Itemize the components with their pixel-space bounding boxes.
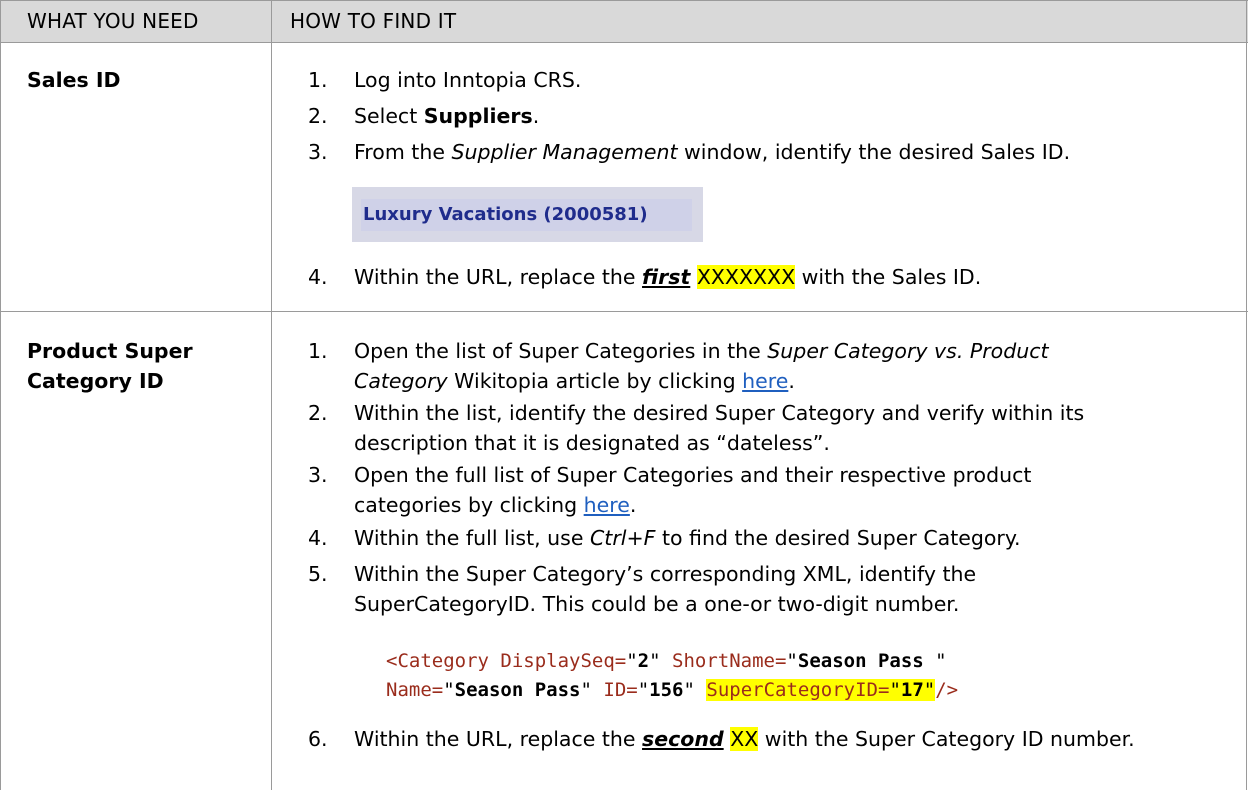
step-text: Open the list of Super Categories in the… (354, 339, 1049, 393)
column-divider (271, 0, 272, 790)
supplier-name-label: Luxury Vacations (2000581) (361, 199, 692, 231)
highlight-placeholder: XX (730, 727, 759, 751)
header-divider (0, 42, 1248, 43)
row-label-product-super-category-id: Product Super Category ID (27, 339, 193, 393)
step-text: Within the URL, replace the second XX wi… (354, 727, 1135, 751)
step-number: 3. (308, 140, 328, 164)
step-number: 2. (308, 104, 328, 128)
step-text: Open the full list of Super Categories a… (354, 463, 1032, 517)
wikitopia-link[interactable]: here (742, 369, 788, 393)
step-text: Within the list, identify the desired Su… (354, 401, 1085, 455)
row-divider (0, 311, 1248, 312)
xml-snippet-line-1: <Category DisplaySeq="2" ShortName="Seas… (386, 650, 947, 672)
step-text: Log into Inntopia CRS. (354, 68, 582, 92)
step-number: 1. (308, 68, 328, 92)
highlight-supercategoryid: SuperCategoryID="17" (706, 679, 936, 701)
table-border-left (0, 0, 1, 790)
step-text: Select Suppliers. (354, 104, 540, 128)
step-number: 4. (308, 526, 328, 550)
table-border-top (0, 0, 1248, 1)
step-number: 3. (308, 463, 328, 487)
step-number: 1. (308, 339, 328, 363)
step-text: Within the full list, use Ctrl+F to find… (354, 526, 1021, 550)
highlight-placeholder: XXXXXXX (696, 265, 796, 289)
full-list-link[interactable]: here (584, 493, 630, 517)
instructions-table: WHAT YOU NEED HOW TO FIND IT Sales ID 1.… (0, 0, 1248, 790)
step-text: Within the URL, replace the first XXXXXX… (354, 265, 982, 289)
step-number: 2. (308, 401, 328, 425)
step-number: 6. (308, 727, 328, 751)
header-how-to-find-it: HOW TO FIND IT (290, 9, 457, 33)
table-border-right (1246, 0, 1247, 790)
step-number: 5. (308, 562, 328, 586)
step-text: From the Supplier Management window, ide… (354, 140, 1071, 164)
step-number: 4. (308, 265, 328, 289)
xml-snippet-line-2: Name="Season Pass" ID="156" SuperCategor… (386, 679, 959, 701)
header-what-you-need: WHAT YOU NEED (27, 9, 199, 33)
row-label-sales-id: Sales ID (27, 68, 121, 92)
supplier-screenshot: Luxury Vacations (2000581) (352, 187, 703, 242)
step-text: Within the Super Category’s correspondin… (354, 562, 977, 616)
